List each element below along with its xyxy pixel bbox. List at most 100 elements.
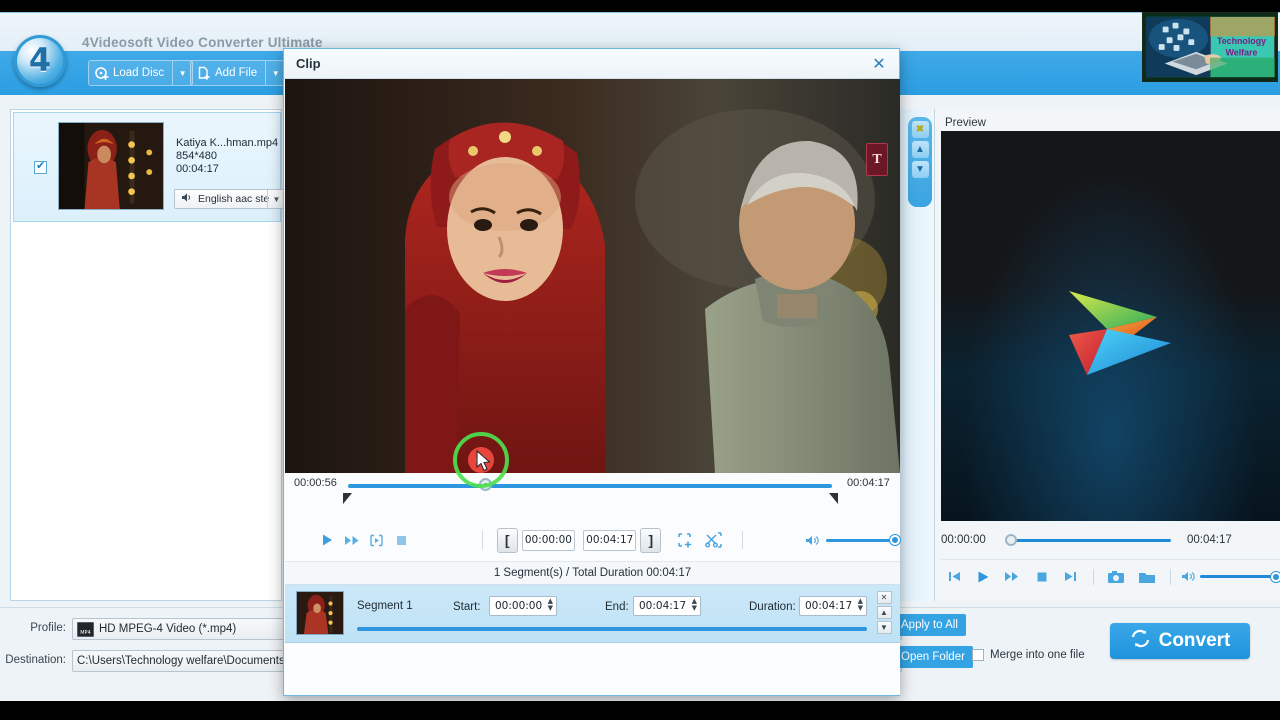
remove-file-button[interactable]: ✖ xyxy=(911,121,929,138)
mp4-file-icon xyxy=(77,621,94,637)
clip-timeline: 00:00:56 00:04:17 xyxy=(285,473,900,519)
preview-volume-icon[interactable] xyxy=(1178,570,1200,583)
clip-step-frame-button[interactable] xyxy=(364,534,389,547)
timeline-total-time: 00:04:17 xyxy=(847,477,890,489)
clip-volume-slider[interactable] xyxy=(825,538,897,542)
preview-panel: Preview 00:00:00 00:04:17 xyxy=(934,109,1280,601)
add-file-label: Add File xyxy=(215,67,258,79)
add-file-button[interactable]: Add File ▼ xyxy=(190,60,287,86)
preview-controls xyxy=(941,559,1280,593)
set-start-button[interactable]: [ xyxy=(496,527,518,553)
audio-track-label: English aac ste xyxy=(198,193,270,205)
channel-watermark: Technology Welfare xyxy=(1142,12,1278,82)
trim-start-marker[interactable] xyxy=(343,493,352,504)
title-bar: 4Videosoft Video Converter Ultimate xyxy=(0,13,1280,51)
load-disc-label: Load Disc xyxy=(113,67,165,79)
divider xyxy=(1169,568,1171,585)
move-up-button[interactable]: ▲ xyxy=(911,141,929,158)
destination-value: C:\Users\Technology welfare\Documents\4V… xyxy=(77,655,318,667)
clip-fast-forward-button[interactable] xyxy=(340,534,365,547)
clip-volume-handle[interactable] xyxy=(890,535,900,545)
segment-end-label: End: xyxy=(605,601,629,613)
merge-label: Merge into one file xyxy=(990,649,1085,661)
preview-logo-icon xyxy=(1069,291,1171,375)
video-watermark-badge: T xyxy=(866,143,888,176)
file-meta: Katiya K...hman.mp4 854*480 00:04:17 xyxy=(176,137,278,176)
segment-name: Segment 1 xyxy=(357,600,413,612)
clip-volume-icon[interactable] xyxy=(799,534,826,547)
divider xyxy=(742,531,744,549)
convert-label: Convert xyxy=(1158,630,1231,651)
convert-button[interactable]: Convert xyxy=(1110,623,1250,659)
add-segment-icon[interactable] xyxy=(671,532,700,548)
close-icon[interactable]: ✕ xyxy=(869,54,889,74)
segment-range-bar[interactable] xyxy=(357,627,867,631)
screen: 4Videosoft Video Converter Ultimate Load… xyxy=(0,0,1280,720)
preview-video-area[interactable] xyxy=(941,131,1280,521)
segment-end-input[interactable]: 00:04:17 ▲ ▼ xyxy=(633,596,701,616)
file-list-item[interactable]: Katiya K...hman.mp4 854*480 00:04:17 Eng… xyxy=(13,112,286,222)
set-end-button[interactable]: ] xyxy=(640,527,662,553)
segment-duration-label: Duration: xyxy=(749,601,796,613)
file-plus-icon xyxy=(191,66,211,80)
file-thumbnail xyxy=(58,122,164,210)
open-folder-button[interactable]: Open Folder xyxy=(893,646,973,668)
preview-volume-slider[interactable] xyxy=(1199,575,1277,578)
mouse-cursor-icon xyxy=(476,450,491,472)
segment-move-down-button[interactable]: ▼ xyxy=(876,621,892,634)
segment-start-input[interactable]: 00:00:00 ▲ ▼ xyxy=(489,596,557,616)
preview-current-time: 00:00:00 xyxy=(941,534,986,546)
preview-play-button[interactable] xyxy=(968,570,997,584)
convert-refresh-icon xyxy=(1130,629,1151,654)
open-folder-icon[interactable] xyxy=(1132,570,1163,584)
clip-play-button[interactable] xyxy=(315,533,340,547)
segment-delete-button[interactable]: ✕ xyxy=(876,591,892,604)
merge-checkbox[interactable] xyxy=(972,649,984,661)
divider xyxy=(1092,568,1094,585)
move-down-button[interactable]: ▼ xyxy=(911,161,929,178)
file-name: Katiya K...hman.mp4 xyxy=(176,137,279,149)
preview-volume-handle[interactable] xyxy=(1271,571,1280,582)
segment-summary: 1 Segment(s) / Total Duration 00:04:17 xyxy=(285,561,900,585)
list-actions-toolbar: ✖ ▲ ▼ xyxy=(908,117,932,207)
timeline-track[interactable] xyxy=(348,484,832,488)
file-resolution: 854*480 xyxy=(176,150,217,162)
clip-start-time-input[interactable]: 00:00:00 xyxy=(521,529,576,551)
merge-into-one-file[interactable]: Merge into one file xyxy=(972,649,1085,661)
load-disc-button[interactable]: Load Disc ▼ xyxy=(88,60,194,86)
apply-to-all-button[interactable]: Apply to All xyxy=(893,614,966,636)
destination-label: Destination: xyxy=(5,654,66,666)
disc-plus-icon xyxy=(89,66,109,80)
clip-end-time-input[interactable]: 00:04:17 xyxy=(583,529,637,551)
file-list: Katiya K...hman.mp4 854*480 00:04:17 Eng… xyxy=(10,109,286,601)
clip-stop-button[interactable] xyxy=(389,535,414,546)
segment-end-value: 00:04:17 xyxy=(639,600,687,612)
segment-list: Segment 1 Start: 00:00:00 ▲ ▼ End: 00:04:… xyxy=(285,585,900,643)
clip-controls-row: [ 00:00:00 00:04:17 ] xyxy=(285,519,900,561)
segment-end-stepper[interactable]: ▲ ▼ xyxy=(692,598,697,612)
segment-duration-stepper[interactable]: ▲ ▼ xyxy=(858,598,863,612)
preview-next-button[interactable] xyxy=(1056,570,1085,583)
audio-track-select[interactable]: English aac ste ▼ xyxy=(174,189,286,209)
snapshot-camera-icon[interactable] xyxy=(1101,570,1132,584)
preview-stop-button[interactable] xyxy=(1027,571,1056,583)
clip-video-area[interactable]: T xyxy=(285,79,900,473)
segment-start-stepper[interactable]: ▲ ▼ xyxy=(548,598,553,612)
segment-move-up-button[interactable]: ▲ xyxy=(876,606,892,619)
preview-seek-slider[interactable] xyxy=(1009,539,1171,542)
file-checkbox[interactable] xyxy=(34,159,47,174)
segment-duration-input[interactable]: 00:04:17 ▲ ▼ xyxy=(799,596,867,616)
timeline-current-time: 00:00:56 xyxy=(294,477,337,489)
trim-end-marker[interactable] xyxy=(829,493,838,504)
segment-start-label: Start: xyxy=(453,601,481,613)
svg-text:Technology: Technology xyxy=(1217,36,1266,46)
preview-previous-button[interactable] xyxy=(941,570,968,583)
scissors-split-icon[interactable] xyxy=(700,532,729,548)
clip-dialog-titlebar: Clip ✕ xyxy=(284,49,899,79)
preview-fast-forward-button[interactable] xyxy=(998,570,1027,583)
segment-actions: ✕ ▲ ▼ xyxy=(876,591,892,634)
preview-seek-handle[interactable] xyxy=(1005,534,1017,546)
preview-total-time: 00:04:17 xyxy=(1187,534,1232,546)
profile-label: Profile: xyxy=(30,622,66,634)
segment-start-value: 00:00:00 xyxy=(495,600,543,612)
